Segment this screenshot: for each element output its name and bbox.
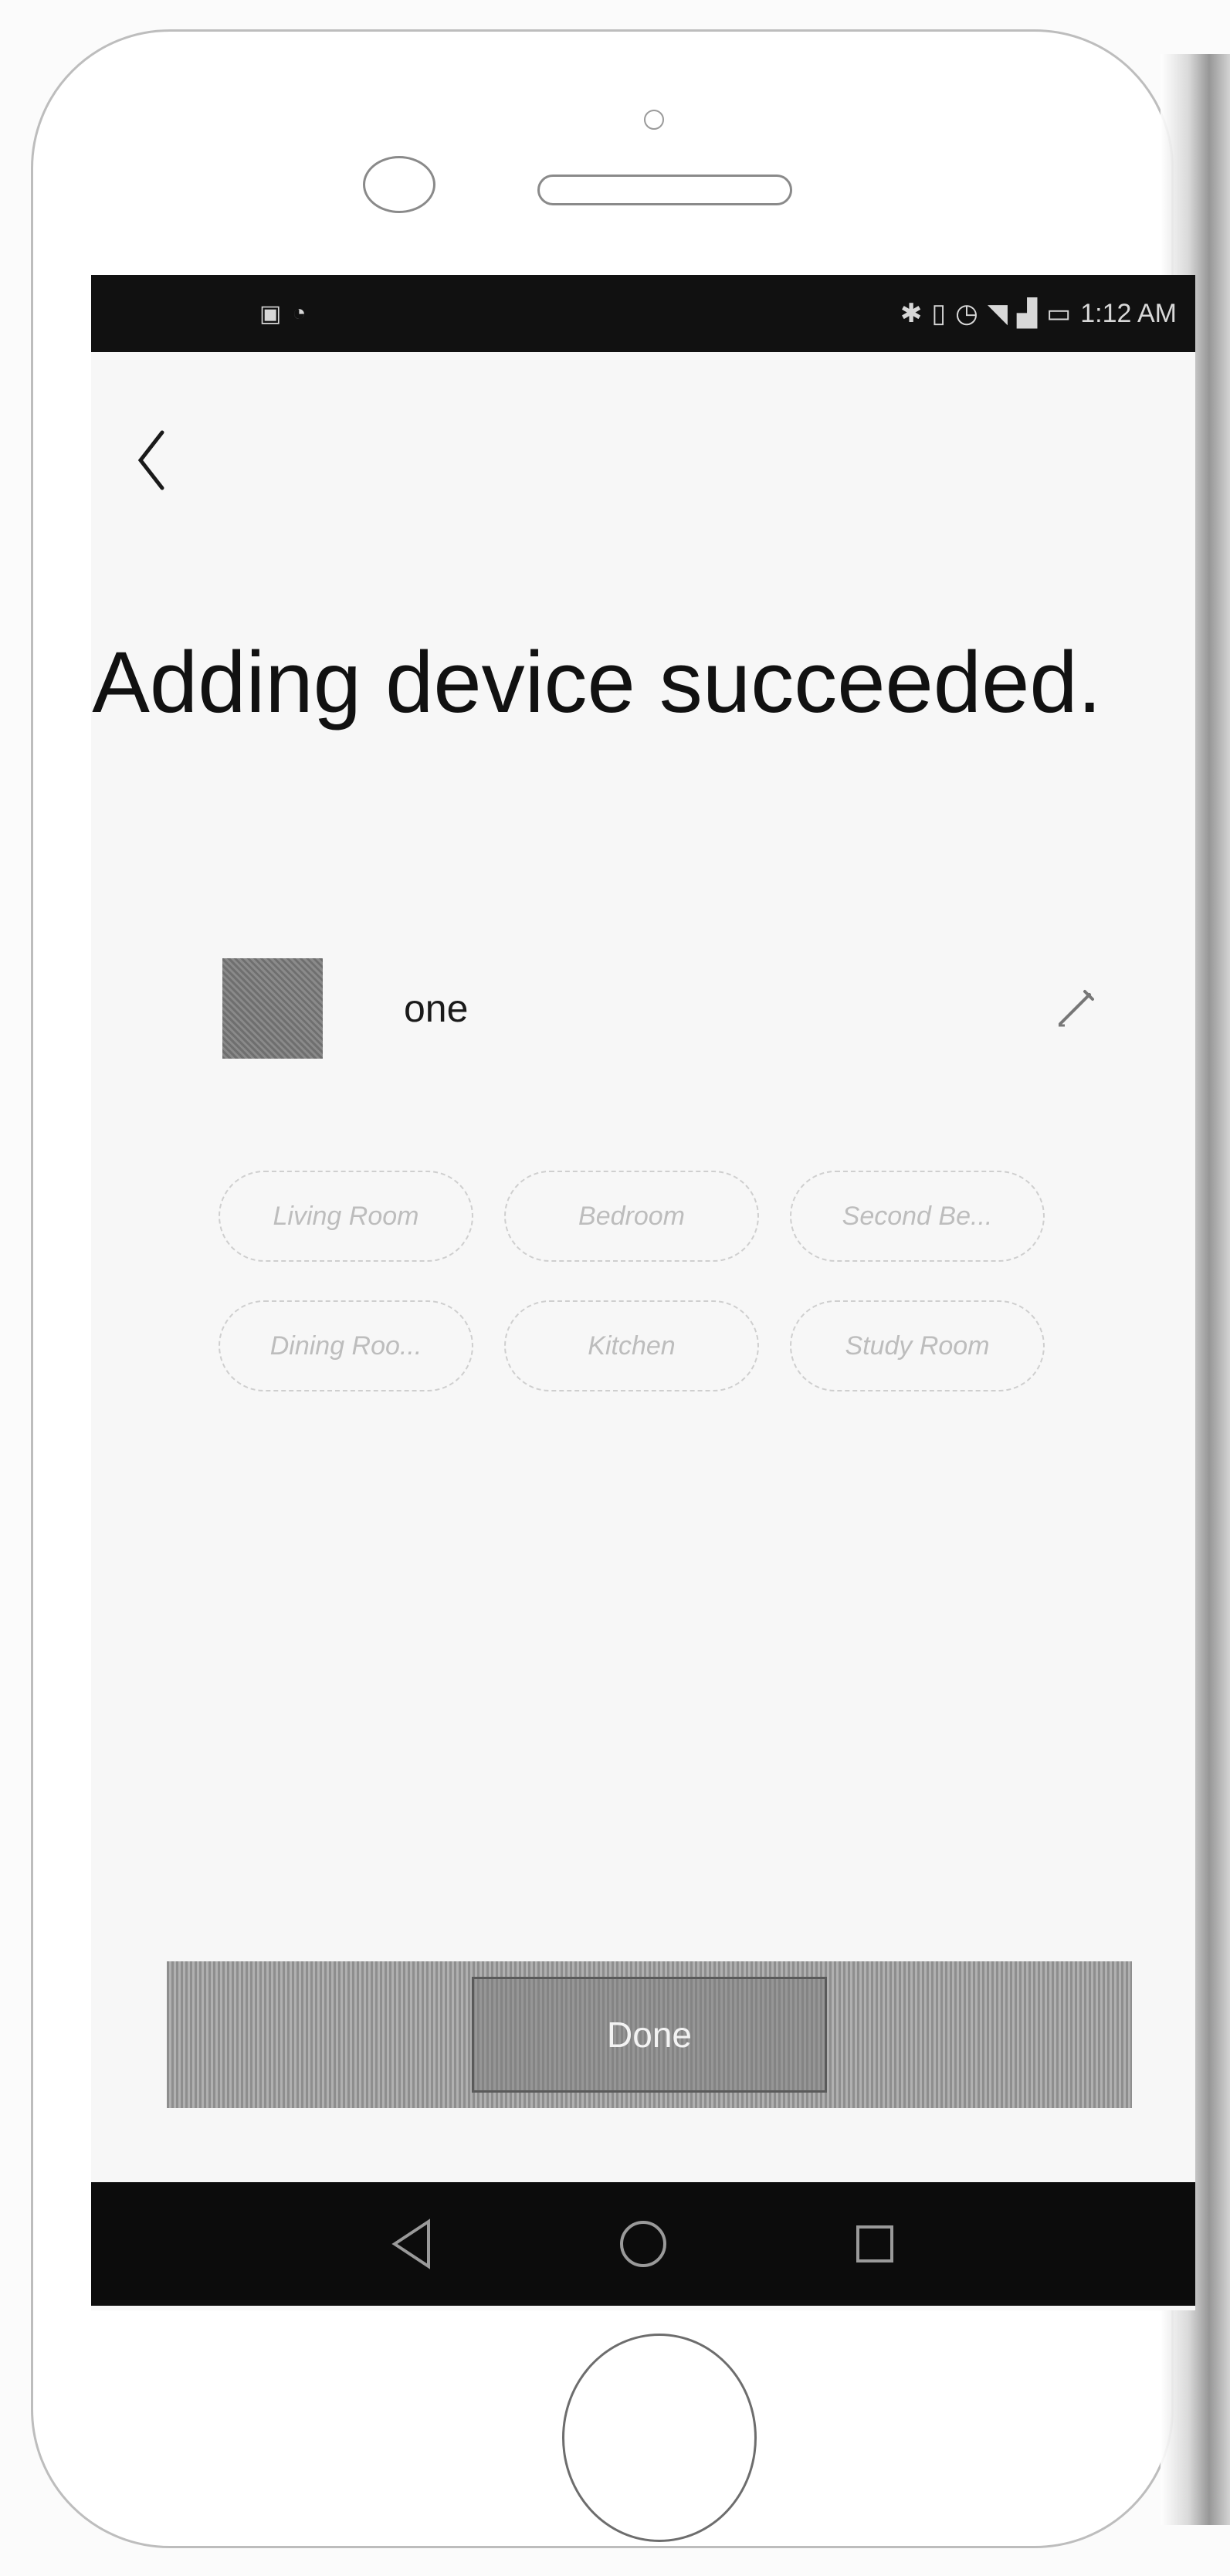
bluetooth-icon: ✱: [900, 299, 923, 328]
battery-icon: ▭: [1046, 299, 1072, 328]
room-chip-study-room[interactable]: Study Room: [790, 1300, 1045, 1391]
page-title: Adding device succeeded.: [92, 634, 1102, 730]
nav-recents-button[interactable]: [840, 2209, 910, 2279]
status-left: ▣ ◔: [110, 300, 306, 327]
room-chip-living-room[interactable]: Living Room: [219, 1171, 473, 1262]
pencil-icon: [1059, 990, 1094, 1027]
signal-icon: ▟: [1016, 299, 1038, 328]
proximity-sensor: [644, 110, 664, 130]
done-bar: Done: [167, 1961, 1132, 2108]
wifi-icon: ◥: [987, 299, 1008, 328]
circle-home-icon: [620, 2221, 666, 2267]
sync-icon: ◔: [292, 300, 307, 326]
notification-icon: ▣: [259, 300, 282, 327]
system-nav-bar: [91, 2182, 1195, 2306]
done-button[interactable]: Done: [472, 1977, 827, 2093]
room-chip-kitchen[interactable]: Kitchen: [504, 1300, 759, 1391]
front-camera: [363, 156, 435, 213]
square-recents-icon: [856, 2225, 893, 2262]
edit-name-button[interactable]: [1049, 981, 1103, 1035]
room-chip-second-bedroom[interactable]: Second Be...: [790, 1171, 1045, 1262]
alarm-icon: ◷: [955, 299, 978, 328]
physical-home-button[interactable]: [562, 2334, 757, 2542]
back-button[interactable]: [120, 422, 182, 499]
room-chips: Living Room Bedroom Second Be... Dining …: [219, 1171, 1091, 1391]
vibrate-icon: ▯: [931, 299, 947, 328]
status-right: ✱ ▯ ◷ ◥ ▟ ▭ 1:12 AM: [900, 298, 1177, 329]
device-name: one: [404, 987, 469, 1030]
nav-back-button[interactable]: [377, 2209, 446, 2279]
room-chip-bedroom[interactable]: Bedroom: [504, 1171, 759, 1262]
status-bar: ▣ ◔ ✱ ▯ ◷ ◥ ▟ ▭ 1:12 AM: [91, 275, 1195, 352]
status-time: 1:12 AM: [1080, 298, 1177, 328]
room-chip-dining-room[interactable]: Dining Roo...: [219, 1300, 473, 1391]
chevron-left-icon: [137, 430, 164, 490]
photo-frame: ▣ ◔ ✱ ▯ ◷ ◥ ▟ ▭ 1:12 AM Adding device su…: [0, 0, 1230, 2576]
nav-home-button[interactable]: [608, 2209, 678, 2279]
app-screen: ▣ ◔ ✱ ▯ ◷ ◥ ▟ ▭ 1:12 AM Adding device su…: [91, 275, 1195, 2310]
device-thumbnail: [222, 958, 323, 1059]
device-row: one: [222, 958, 1103, 1059]
earpiece-speaker: [537, 175, 792, 205]
triangle-back-icon: [391, 2218, 430, 2269]
